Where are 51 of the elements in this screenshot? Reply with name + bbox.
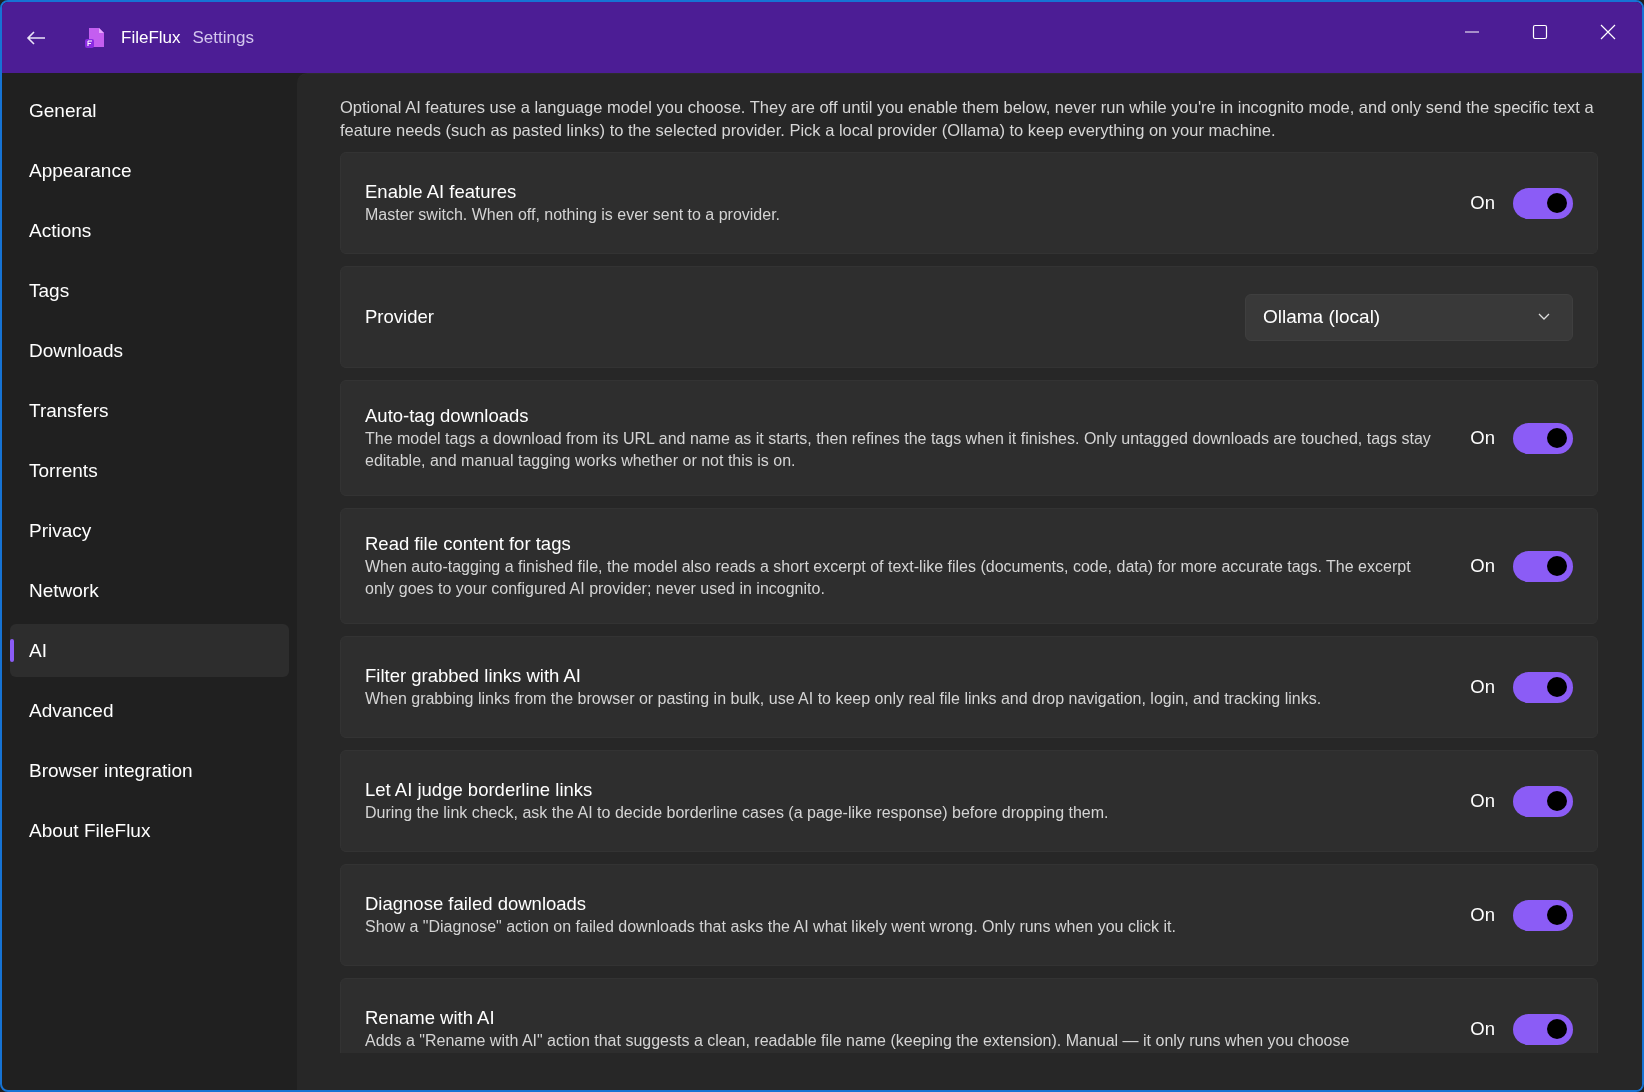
app-name: FileFlux (121, 27, 181, 48)
sidebar-item[interactable]: AI (10, 624, 289, 677)
setting-title: Filter grabbed links with AI (365, 664, 582, 688)
setting-title: Read file content for tags (365, 532, 572, 556)
app-logo-icon (84, 26, 106, 49)
setting-description: When auto-tagging a finished file, the model also reads a short excerpt of text-like files (documents, code, data) for more accurate tags. The excerpt only goes to your configured AI provider; never used in incognito. (365, 557, 1412, 599)
back-icon[interactable] (26, 29, 46, 46)
toggle-state-label: On (1470, 555, 1495, 577)
toggle-switch[interactable] (1513, 422, 1573, 454)
setting-title: Enable AI features (365, 180, 518, 204)
sidebar-item[interactable]: Downloads (10, 324, 289, 377)
toggle-switch[interactable] (1513, 899, 1573, 931)
toggle-state-label: On (1470, 427, 1495, 449)
setting-description: Show a "Diagnose" action on failed downloads that asks the AI what likely went wrong. Only runs when you click it. (365, 917, 1177, 937)
setting-description: The model tags a download from its URL and name as it starts, then refines the tags when it finishes. Only untagged downloads are touched, tags stay editable, and manual tagging works whether or not this is on. (365, 429, 1432, 471)
toggle-switch[interactable] (1513, 550, 1573, 582)
toggle-switch[interactable] (1513, 785, 1573, 817)
sidebar-item[interactable]: Torrents (10, 444, 289, 497)
setting-description: Master switch. When off, nothing is ever sent to a provider. (365, 205, 781, 225)
setting-description: During the link check, ask the AI to decide borderline cases (a page-like response) before dropping them. (365, 803, 1110, 823)
sidebar-item[interactable]: Network (10, 564, 289, 617)
toggle-switch[interactable] (1513, 671, 1573, 703)
sidebar-item[interactable]: Advanced (10, 684, 289, 737)
sidebar-item[interactable]: Privacy (10, 504, 289, 557)
sidebar-item[interactable]: About FileFlux (10, 804, 289, 857)
setting-title: Auto-tag downloads (365, 404, 530, 428)
intro-text: Optional AI features use a language model you choose. They are off until you enable them below, never run while you're in incognito mode, and only send the specific text a feature needs (such as pasted links) to the selected provider. Pick a local provider (Ollama) to keep everything on your machine. (340, 97, 1595, 141)
toggle-switch[interactable] (1513, 187, 1573, 219)
maximize-icon[interactable] (1532, 23, 1548, 40)
setting-title: Provider (365, 305, 435, 329)
sidebar-item[interactable]: Browser integration (10, 744, 289, 797)
setting-title: Diagnose failed downloads (365, 892, 588, 916)
close-icon[interactable] (1600, 23, 1616, 40)
sidebar-item[interactable]: Transfers (10, 384, 289, 437)
sidebar-item[interactable]: Appearance (10, 144, 289, 197)
sidebar-item[interactable]: Actions (10, 204, 289, 257)
setting-description: When grabbing links from the browser or pasting in bulk, use AI to keep only real file links and drop navigation, login, and tracking links. (365, 689, 1323, 709)
setting-title: Let AI judge borderline links (365, 778, 594, 802)
sidebar-item[interactable]: Tags (10, 264, 289, 317)
toggle-state-label: On (1470, 676, 1495, 698)
toggle-state-label: On (1470, 790, 1495, 812)
chevron-down-icon (1538, 313, 1550, 321)
toggle-state-label: On (1470, 192, 1495, 214)
setting-description: Adds a "Rename with AI" action that suggests a clean, readable file name (keeping the extension). Manual — it only runs when you choose (365, 1031, 1351, 1051)
window-title: Settings (192, 27, 254, 48)
toggle-state-label: On (1470, 904, 1495, 926)
setting-title: Rename with AI (365, 1006, 496, 1030)
sidebar-item[interactable]: General (10, 84, 289, 137)
toggle-switch[interactable] (1513, 1013, 1573, 1045)
provider-dropdown[interactable]: Ollama (local) (1245, 293, 1573, 341)
toggle-state-label: On (1470, 1018, 1495, 1040)
